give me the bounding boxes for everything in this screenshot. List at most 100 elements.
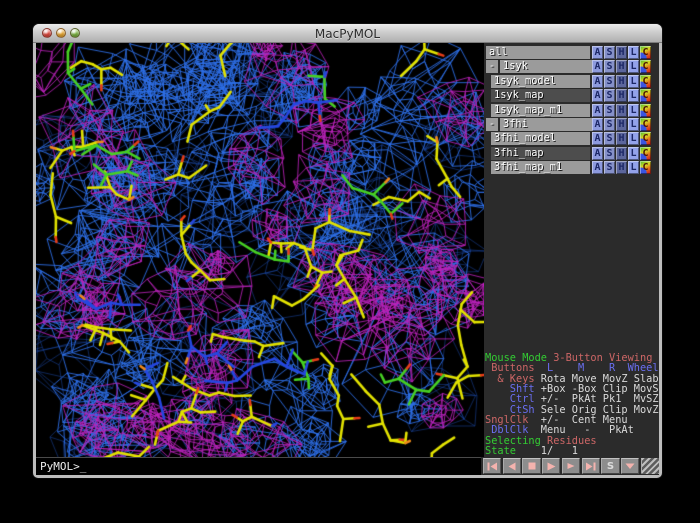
object-row: -1sykASHLC (486, 60, 659, 73)
object-name-3fhi_map_m1[interactable]: 3fhi_map_m1 (491, 161, 590, 174)
h-menu-button[interactable]: H (616, 60, 627, 73)
window-title: MacPyMOL (33, 27, 662, 41)
object-name-3fhi_map[interactable]: 3fhi_map (491, 147, 590, 160)
l-menu-button[interactable]: L (628, 60, 639, 73)
object-name-1syk_map[interactable]: 1syk_map (491, 89, 590, 102)
action-buttons: ASHLC (592, 60, 651, 73)
h-menu-button[interactable]: H (616, 161, 627, 174)
collapse-toggle[interactable]: - (486, 60, 498, 73)
object-row: 1syk_modelASHLC (486, 75, 659, 88)
object-name-3fhi[interactable]: 3fhi (500, 118, 592, 131)
s-menu-button[interactable]: S (604, 104, 615, 117)
l-menu-button[interactable]: L (628, 132, 639, 145)
c-menu-button[interactable]: C (640, 161, 651, 174)
desktop-background: MacPyMOL allASHLC-1sykASHLC1syk_modelASH… (0, 0, 700, 523)
c-menu-button[interactable]: C (640, 147, 651, 160)
object-name-1syk[interactable]: 1syk (500, 60, 592, 73)
action-buttons: ASHLC (592, 132, 651, 145)
s-menu-button[interactable]: S (604, 118, 615, 131)
molecule-render[interactable] (36, 43, 484, 457)
tri-right-icon (547, 462, 556, 471)
object-row: 3fhi_modelASHLC (486, 132, 659, 145)
object-row: 1syk_mapASHLC (486, 89, 659, 102)
s-menu-button[interactable]: S (604, 89, 615, 102)
l-menu-button[interactable]: L (628, 75, 639, 88)
h-menu-button[interactable]: H (616, 132, 627, 145)
skip-end-icon (586, 462, 596, 471)
skip-to-end-button[interactable] (582, 458, 600, 474)
object-list: allASHLC-1sykASHLC1syk_modelASHLC1syk_ma… (486, 46, 659, 176)
object-row: 3fhi_map_m1ASHLC (486, 161, 659, 174)
tri-down-icon (625, 462, 635, 470)
menu-down-button[interactable] (621, 458, 639, 474)
macpymol-window: MacPyMOL allASHLC-1sykASHLC1syk_modelASH… (33, 24, 662, 478)
s-menu-button[interactable]: S (604, 161, 615, 174)
collapse-toggle[interactable]: - (486, 118, 498, 131)
s-menu-button[interactable]: S (604, 46, 615, 59)
s-menu-button[interactable]: S (604, 75, 615, 88)
step-back-button[interactable] (503, 458, 521, 474)
action-buttons: ASHLC (592, 75, 651, 88)
tri-left-icon (507, 462, 516, 471)
object-row: -3fhiASHLC (486, 118, 659, 131)
skip-start-icon (487, 462, 497, 471)
window-content: allASHLC-1sykASHLC1syk_modelASHLC1syk_ma… (36, 43, 659, 475)
stop-button[interactable] (522, 458, 540, 474)
tri-right-small-icon (567, 462, 575, 470)
h-menu-button[interactable]: H (616, 104, 627, 117)
c-menu-button[interactable]: C (640, 89, 651, 102)
h-menu-button[interactable]: H (616, 118, 627, 131)
c-menu-button[interactable]: C (640, 118, 651, 131)
object-name-3fhi_model[interactable]: 3fhi_model (491, 132, 590, 145)
l-menu-button[interactable]: L (628, 104, 639, 117)
a-menu-button[interactable]: A (592, 161, 603, 174)
h-menu-button[interactable]: H (616, 147, 627, 160)
scene-button[interactable]: S (601, 458, 619, 474)
viewport-3d[interactable] (36, 43, 484, 457)
command-prompt[interactable]: PyMOL>_ (36, 457, 481, 475)
l-menu-button[interactable]: L (628, 161, 639, 174)
a-menu-button[interactable]: A (592, 132, 603, 145)
s-menu-button[interactable]: S (604, 132, 615, 145)
action-buttons: ASHLC (592, 104, 651, 117)
a-menu-button[interactable]: A (592, 147, 603, 160)
h-menu-button[interactable]: H (616, 46, 627, 59)
resize-grip[interactable] (642, 458, 659, 474)
mouse-mode-help: Mouse Mode 3-Button Viewing Buttons L M … (485, 353, 659, 456)
square-icon (528, 462, 536, 470)
l-menu-button[interactable]: L (628, 147, 639, 160)
object-row: 1syk_map_m1ASHLC (486, 104, 659, 117)
action-buttons: ASHLC (592, 161, 651, 174)
object-name-all[interactable]: all (486, 46, 590, 59)
play-button[interactable] (542, 458, 560, 474)
l-menu-button[interactable]: L (628, 46, 639, 59)
a-menu-button[interactable]: A (592, 75, 603, 88)
c-menu-button[interactable]: C (640, 75, 651, 88)
a-menu-button[interactable]: A (592, 104, 603, 117)
action-buttons: ASHLC (592, 147, 651, 160)
s-menu-button[interactable]: S (604, 147, 615, 160)
title-bar[interactable]: MacPyMOL (33, 24, 662, 43)
a-menu-button[interactable]: A (592, 46, 603, 59)
object-name-1syk_map_m1[interactable]: 1syk_map_m1 (491, 104, 590, 117)
a-menu-button[interactable]: A (592, 60, 603, 73)
s-menu-button[interactable]: S (604, 60, 615, 73)
h-menu-button[interactable]: H (616, 89, 627, 102)
object-row: allASHLC (486, 46, 659, 59)
action-buttons: ASHLC (592, 46, 651, 59)
a-menu-button[interactable]: A (592, 118, 603, 131)
h-menu-button[interactable]: H (616, 75, 627, 88)
l-menu-button[interactable]: L (628, 118, 639, 131)
a-menu-button[interactable]: A (592, 89, 603, 102)
bottom-bar: PyMOL>_ SF (36, 457, 659, 475)
object-name-1syk_model[interactable]: 1syk_model (491, 75, 590, 88)
c-menu-button[interactable]: C (640, 132, 651, 145)
step-forward-button[interactable] (562, 458, 580, 474)
action-buttons: ASHLC (592, 118, 651, 131)
skip-to-start-button[interactable] (483, 458, 501, 474)
c-menu-button[interactable]: C (640, 46, 651, 59)
c-menu-button[interactable]: C (640, 104, 651, 117)
l-menu-button[interactable]: L (628, 89, 639, 102)
c-menu-button[interactable]: C (640, 60, 651, 73)
action-buttons: ASHLC (592, 89, 651, 102)
